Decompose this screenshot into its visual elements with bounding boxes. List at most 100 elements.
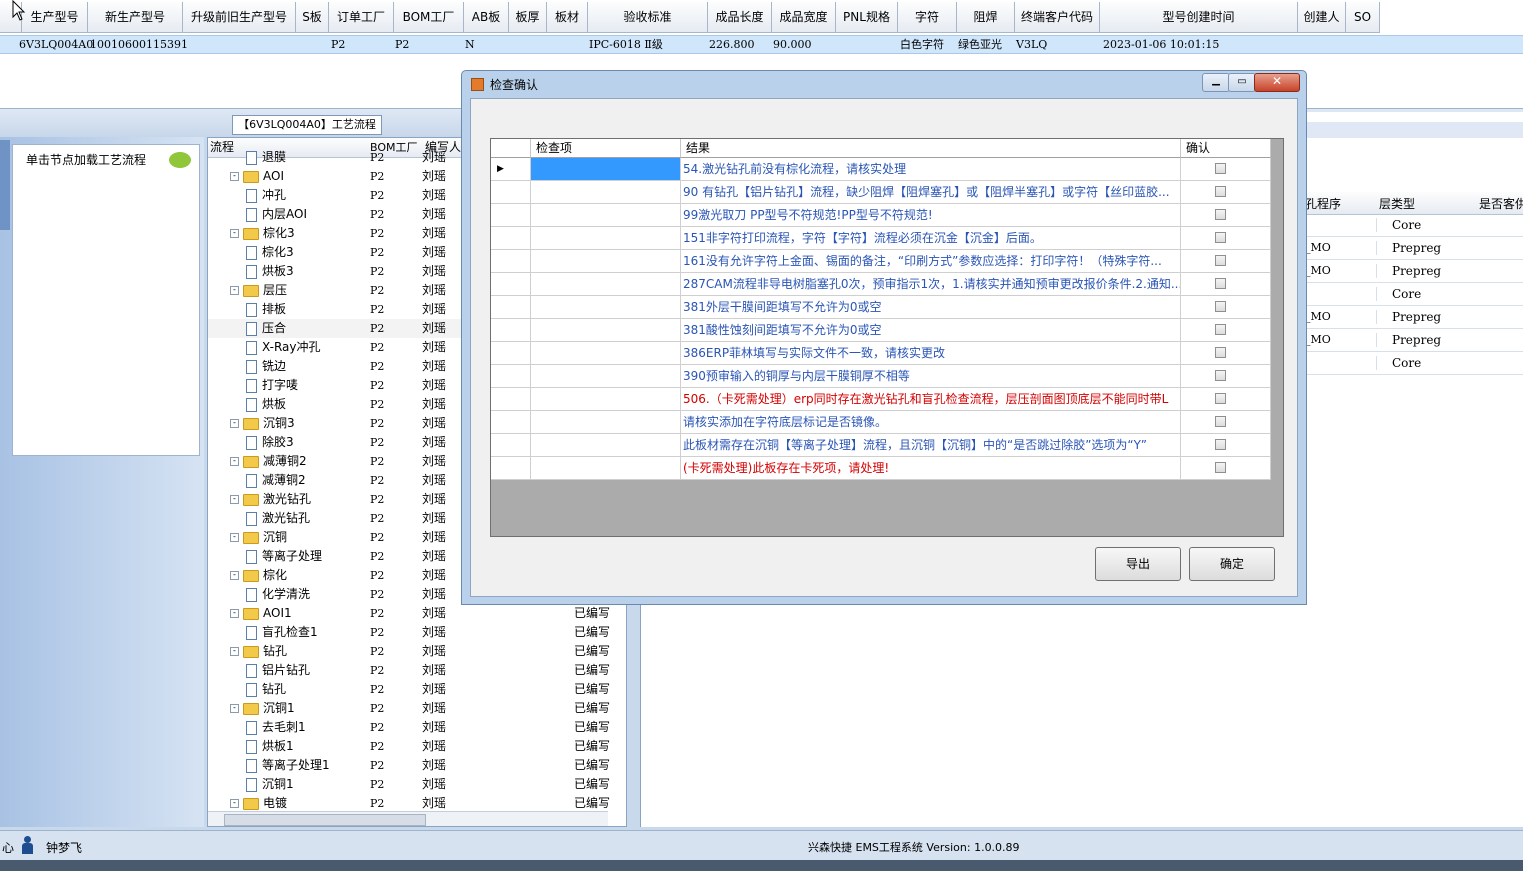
confirm-checkbox[interactable] <box>1215 324 1226 335</box>
confirm-checkbox[interactable] <box>1215 232 1226 243</box>
col-header-width[interactable]: 成品宽度 <box>772 2 836 33</box>
check-row[interactable]: 381外层干膜间距填写不允许为0或空 <box>491 296 1271 319</box>
cell-result[interactable]: 381酸性蚀刻间距填写不允许为0或空 <box>681 319 1181 341</box>
check-row[interactable]: 90 有钻孔【铝片钻孔】流程，缺少阻焊【阻焊塞孔】或【阻焊半塞孔】或字符【丝印蓝… <box>491 181 1271 204</box>
col-header-result[interactable]: 结果 <box>681 139 1181 158</box>
col-header-acceptance[interactable]: 验收标准 <box>588 2 708 33</box>
cell-check-item[interactable] <box>531 204 681 226</box>
tree-leaf-node[interactable]: 棕化3 <box>246 243 294 262</box>
cell-customer-code[interactable]: V3LQ <box>1016 35 1047 54</box>
row-header[interactable] <box>491 250 531 272</box>
cell-length[interactable]: 226.800 <box>709 35 755 54</box>
row-header[interactable] <box>491 319 531 341</box>
check-row[interactable]: 386ERP菲林填写与实际文件不一致，请核实更改 <box>491 342 1271 365</box>
collapse-icon[interactable]: - <box>230 457 239 466</box>
collapse-tab[interactable] <box>0 140 10 230</box>
col-header-old-model[interactable]: 升级前旧生产型号 <box>183 2 296 33</box>
collapse-icon[interactable]: - <box>230 647 239 656</box>
row-header[interactable] <box>491 342 531 364</box>
cell-result[interactable]: 506.（卡死需处理）erp同时存在激光钻孔和盲孔检查流程，层压剖面图顶底层不能… <box>681 388 1181 410</box>
check-row[interactable]: 此板材需存在沉铜【等离子处理】流程，且沉铜【沉铜】中的“是否跳过除胶”选项为“Y… <box>491 434 1271 457</box>
tree-folder-node[interactable]: - AOI1 <box>230 604 292 623</box>
tree-leaf-node[interactable]: 除胶3 <box>246 433 294 452</box>
col-header-material[interactable]: 板材 <box>547 2 588 33</box>
check-row[interactable]: 161没有允许字符上金面、锡面的备注，“印刷方式”参数应选择：打印字符！（特殊字… <box>491 250 1271 273</box>
cell-check-item[interactable] <box>531 296 681 318</box>
cell-check-item[interactable] <box>531 250 681 272</box>
col-header-s-board[interactable]: S板 <box>296 2 329 33</box>
tree-leaf-node[interactable]: 减薄铜2 <box>246 471 306 490</box>
row-header[interactable] <box>491 273 531 295</box>
cell-created-time[interactable]: 2023-01-06 10:01:15 <box>1103 35 1219 54</box>
confirm-checkbox[interactable] <box>1215 186 1226 197</box>
check-row[interactable]: 99激光取刀 PP型号不符规范!PP型号不符规范! <box>491 204 1271 227</box>
cell-result[interactable]: 此板材需存在沉铜【等离子处理】流程，且沉铜【沉铜】中的“是否跳过除胶”选项为“Y… <box>681 434 1181 456</box>
collapse-icon[interactable]: - <box>230 571 239 580</box>
col-header-thickness[interactable]: 板厚 <box>509 2 547 33</box>
cell-result[interactable]: 381外层干膜间距填写不允许为0或空 <box>681 296 1181 318</box>
row-header[interactable] <box>491 181 531 203</box>
cell-check-item[interactable] <box>531 227 681 249</box>
col-header-pnl[interactable]: PNL规格 <box>836 2 898 33</box>
check-row[interactable]: 151非字符打印流程，字符【字符】流程必须在沉金【沉金】后面。 <box>491 227 1271 250</box>
row-header[interactable] <box>491 296 531 318</box>
confirm-checkbox[interactable] <box>1215 416 1226 427</box>
cell-check-item[interactable] <box>531 365 681 387</box>
cell-width[interactable]: 90.000 <box>773 35 812 54</box>
check-row[interactable]: 287CAM流程非导电树脂塞孔0次，预审指示1次，1.请核实并通知预审更改报价条… <box>491 273 1271 296</box>
check-row[interactable]: 506.（卡死需处理）erp同时存在激光钻孔和盲孔检查流程，层压剖面图顶底层不能… <box>491 388 1271 411</box>
confirm-checkbox[interactable] <box>1215 462 1226 473</box>
row-header[interactable]: ▶ <box>491 158 531 180</box>
tree-row[interactable]: 盲孔检查1 P2 刘瑶 已编写 <box>208 623 626 642</box>
tree-folder-node[interactable]: - 钻孔 <box>230 642 287 661</box>
cell-result[interactable]: 151非字符打印流程，字符【字符】流程必须在沉金【沉金】后面。 <box>681 227 1181 249</box>
collapse-icon[interactable]: - <box>230 419 239 428</box>
col-header-confirm[interactable]: 确认 <box>1181 139 1271 158</box>
cell-result[interactable]: 386ERP菲林填写与实际文件不一致，请核实更改 <box>681 342 1181 364</box>
check-row[interactable]: 381酸性蚀刻间距填写不允许为0或空 <box>491 319 1271 342</box>
col-header-hole-program[interactable]: 孔程序 <box>1305 195 1341 212</box>
cell-check-item[interactable] <box>531 342 681 364</box>
row-header[interactable] <box>491 457 531 479</box>
tree-leaf-node[interactable]: 烘板1 <box>246 737 294 756</box>
tree-leaf-node[interactable]: 压合 <box>246 319 286 338</box>
tree-row[interactable]: - 钻孔 P2 刘瑶 已编写 <box>208 642 626 661</box>
confirm-checkbox[interactable] <box>1215 163 1226 174</box>
cell-solder-mask[interactable]: 绿色亚光 <box>958 35 1002 54</box>
tree-leaf-node[interactable]: 烘板 <box>246 395 286 414</box>
tree-folder-node[interactable]: - 棕化 <box>230 566 287 585</box>
cell-result[interactable]: 287CAM流程非导电树脂塞孔0次，预审指示1次，1.请核实并通知预审更改报价条… <box>681 273 1181 295</box>
confirm-checkbox[interactable] <box>1215 255 1226 266</box>
cell-check-item[interactable] <box>531 273 681 295</box>
tree-folder-node[interactable]: - 沉铜3 <box>230 414 295 433</box>
col-header-new-model[interactable]: 新生产型号 <box>88 2 183 33</box>
collapse-icon[interactable]: - <box>230 799 239 808</box>
col-header-ab-board[interactable]: AB板 <box>464 2 509 33</box>
row-header[interactable] <box>491 365 531 387</box>
tree-folder-node[interactable]: - 激光钻孔 <box>230 490 311 509</box>
tree-row[interactable]: - 沉铜1 P2 刘瑶 已编写 <box>208 699 626 718</box>
cell-result[interactable]: (卡死需处理)此板存在卡死项，请处理! <box>681 457 1181 479</box>
cell-check-item[interactable] <box>531 319 681 341</box>
tree-leaf-node[interactable]: 排板 <box>246 300 286 319</box>
tree-row[interactable]: 钻孔 P2 刘瑶 已编写 <box>208 680 626 699</box>
col-header-so[interactable]: SO <box>1346 2 1380 33</box>
maximize-button[interactable]: ▭ <box>1228 73 1256 92</box>
tree-folder-node[interactable]: - 沉铜 <box>230 528 287 547</box>
col-header-layer-type[interactable]: 层类型 <box>1379 195 1415 212</box>
confirm-checkbox[interactable] <box>1215 278 1226 289</box>
cell-result[interactable]: 390预审输入的铜厚与内层干膜铜厚不相等 <box>681 365 1181 387</box>
tree-leaf-node[interactable]: 等离子处理 <box>246 547 322 566</box>
cell-check-item[interactable] <box>531 411 681 433</box>
row-header[interactable] <box>491 411 531 433</box>
cell-new-model[interactable]: 10010600115391 <box>90 35 188 54</box>
tree-leaf-node[interactable]: 钻孔 <box>246 680 286 699</box>
tree-row[interactable]: 沉铜1 P2 刘瑶 已编写 <box>208 775 626 794</box>
tree-folder-node[interactable]: - 沉铜1 <box>230 699 295 718</box>
col-header-bom-factory[interactable]: BOM工厂 <box>394 2 464 33</box>
tree-leaf-node[interactable]: 等离子处理1 <box>246 756 330 775</box>
cell-check-item[interactable] <box>531 388 681 410</box>
tree-leaf-node[interactable]: 激光钻孔 <box>246 509 310 528</box>
tree-leaf-node[interactable]: 内层AOI <box>246 205 307 224</box>
col-header-solder-mask[interactable]: 阻焊 <box>957 2 1015 33</box>
